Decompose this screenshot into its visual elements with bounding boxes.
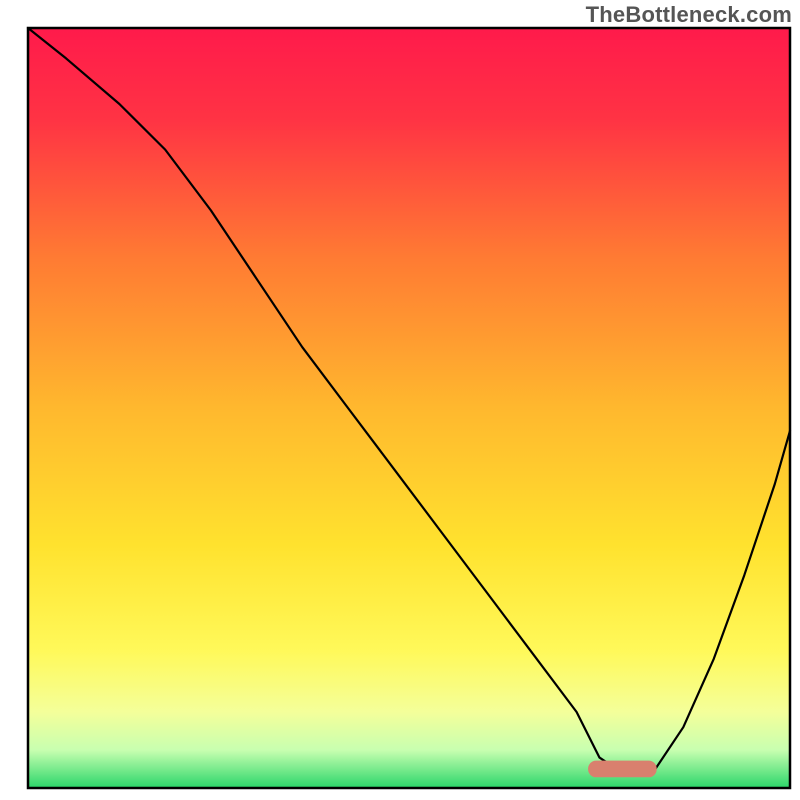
chart-svg	[0, 0, 800, 800]
chart-container: TheBottleneck.com	[0, 0, 800, 800]
watermark-text: TheBottleneck.com	[586, 2, 792, 28]
highlight-marker	[588, 761, 657, 778]
plot-background	[28, 28, 790, 788]
